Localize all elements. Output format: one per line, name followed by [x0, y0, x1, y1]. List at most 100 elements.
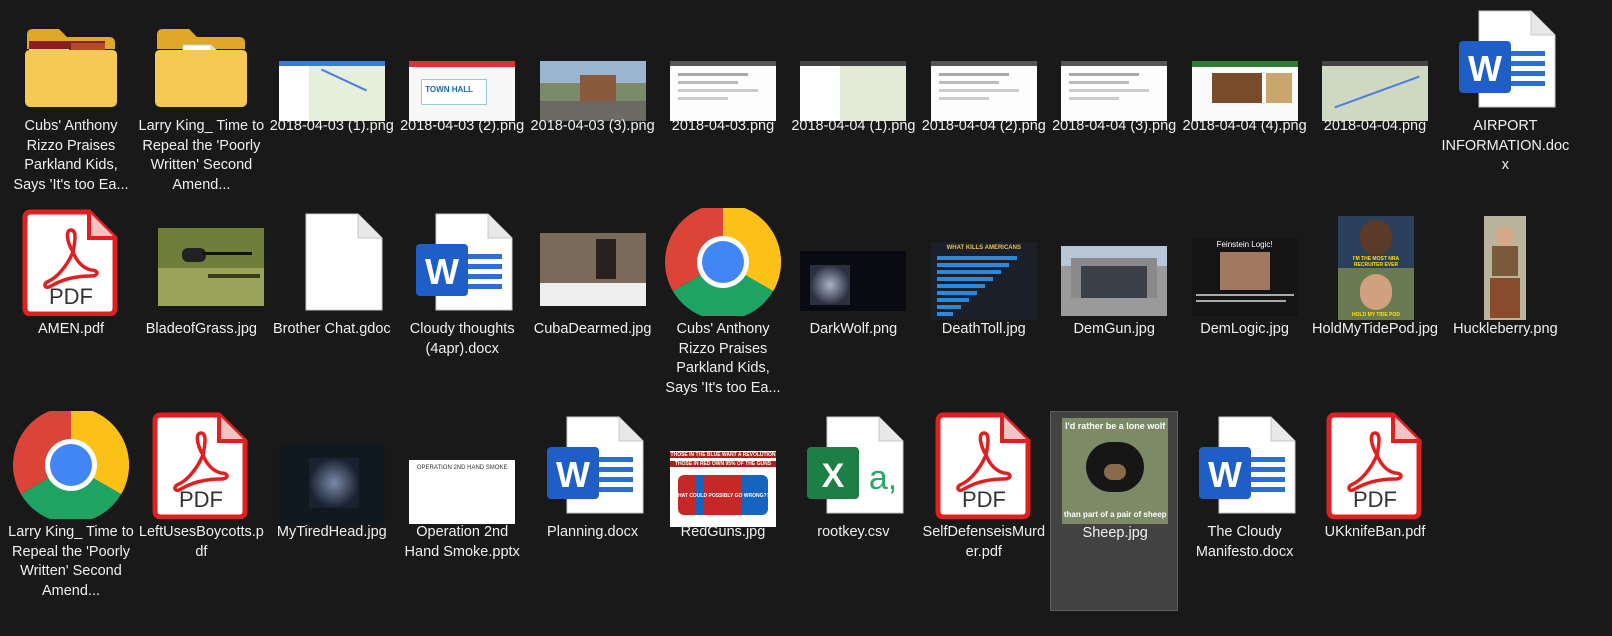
file-name-label: Planning.docx [547, 524, 639, 540]
file-name-label: 2018-04-03 (1).png [269, 118, 394, 134]
svg-text:X: X [822, 457, 845, 495]
file-name-label: AMEN.pdf [37, 321, 105, 337]
file-name-label: 2018-04-04 (2).png [921, 118, 1046, 134]
file-name-label: SelfDefenseisMurder.pdf [922, 524, 1046, 560]
image-thumbnail [1050, 5, 1178, 121]
pdf-icon: PDF [137, 411, 265, 520]
file-item[interactable]: 2018-04-04 (3).png [1050, 5, 1178, 205]
image-thumbnail [789, 5, 917, 121]
chrome-icon [7, 407, 135, 523]
file-name-label: AIRPORT INFORMATION.docx [1441, 118, 1570, 174]
file-name-label: Huckleberry.png [1453, 321, 1558, 337]
file-name-label: Larry King_ Time to Repeal the 'Poorly W… [8, 524, 134, 599]
file-name-label: 2018-04-04 (3).png [1052, 118, 1177, 134]
pdf-icon: PDF [7, 208, 135, 317]
image-thumbnail [1181, 5, 1309, 121]
file-item[interactable]: 2018-04-04 (4).png [1181, 5, 1309, 205]
folder-icon [137, 5, 265, 113]
file-item[interactable]: TOWN HALL 2018-04-03 (2).png [398, 5, 526, 205]
image-thumbnail [268, 411, 396, 526]
powerpoint-thumbnail: OPERATION 2ND HAND SMOKEP [398, 411, 526, 525]
file-item[interactable]: I'd rather be a lone wolf than part of a … [1050, 411, 1179, 611]
image-thumbnail [1311, 5, 1439, 121]
image-thumbnail [529, 208, 657, 316]
file-name-label: CubaDearmed.jpg [533, 321, 652, 337]
word-icon: W [1181, 411, 1309, 519]
file-item[interactable]: MyTiredHead.jpg [268, 411, 396, 611]
file-name-label: 2018-04-03 (2).png [400, 118, 525, 134]
file-item[interactable]: PDF LeftUsesBoycotts.pdf [137, 411, 265, 611]
svg-text:a,: a, [869, 459, 897, 497]
file-item[interactable]: 2018-04-04 (1).png [789, 5, 917, 205]
svg-text:PDF: PDF [962, 487, 1006, 512]
file-item[interactable]: 2018-04-03 (3).png [529, 5, 657, 205]
image-thumbnail: I'd rather be a lone wolf than part of a … [1051, 412, 1179, 524]
file-name-label: LeftUsesBoycotts.pdf [138, 524, 264, 560]
file-item[interactable]: W AIRPORT INFORMATION.docx [1441, 5, 1569, 205]
chrome-icon [659, 204, 787, 320]
blank-file-icon [268, 208, 396, 316]
file-item[interactable]: BladeofGrass.jpg [137, 208, 265, 408]
word-icon: W [529, 411, 657, 519]
file-item[interactable]: OPERATION 2ND HAND SMOKEPOperation 2nd H… [398, 411, 526, 611]
image-thumbnail [137, 208, 265, 316]
file-item[interactable]: W Planning.docx [529, 411, 657, 611]
file-name-label: 2018-04-04.png [1323, 118, 1427, 134]
file-item[interactable]: 2018-04-04.png [1311, 5, 1439, 205]
file-item[interactable]: Feinstein Logic! DemLogic.jpg [1181, 208, 1309, 408]
folder-icon [7, 5, 135, 113]
file-name-label: 2018-04-04 (1).png [791, 118, 916, 134]
svg-text:PDF: PDF [179, 487, 223, 512]
file-item[interactable]: Brother Chat.gdoc [268, 208, 396, 408]
file-item[interactable]: Huckleberry.png [1441, 208, 1569, 408]
file-item[interactable]: 2018-04-03.png [659, 5, 787, 205]
file-name-label: UKknifeBan.pdf [1324, 524, 1426, 540]
file-item[interactable]: W Cloudy thoughts (4apr).docx [398, 208, 526, 408]
svg-text:W: W [425, 251, 459, 292]
image-thumbnail [1050, 208, 1178, 316]
file-name-label: DemLogic.jpg [1200, 321, 1289, 337]
file-item[interactable]: a, Xrootkey.csv [789, 411, 917, 611]
file-name-label: BladeofGrass.jpg [145, 321, 257, 337]
file-item[interactable]: W The Cloudy Manifesto.docx [1181, 411, 1309, 611]
file-item[interactable]: 2018-04-03 (1).png [268, 5, 396, 205]
file-item[interactable]: I'M THE MOST NRA RECRUITER EVER HOLD MY T… [1311, 208, 1439, 408]
file-item[interactable]: PDF AMEN.pdf [7, 208, 135, 408]
file-name-label: Cubs' Anthony Rizzo Praises Parkland Kid… [665, 321, 781, 396]
image-thumbnail: Feinstein Logic! [1181, 208, 1309, 316]
image-thumbnail [529, 5, 657, 121]
word-icon: W [1441, 5, 1569, 113]
image-thumbnail: THOSE IN THE BLUE WANT A REVOLUTION THOSE… [659, 411, 787, 527]
file-name-label: 2018-04-03 (3).png [530, 118, 655, 134]
file-name-label: MyTiredHead.jpg [276, 524, 387, 540]
file-name-label: Cloudy thoughts (4apr).docx [409, 321, 515, 357]
file-name-label: RedGuns.jpg [680, 524, 766, 540]
file-item[interactable]: DemGun.jpg [1050, 208, 1178, 408]
file-item[interactable]: Cubs' Anthony Rizzo Praises Parkland Kid… [7, 5, 135, 205]
file-name-label: Cubs' Anthony Rizzo Praises Parkland Kid… [13, 118, 129, 193]
file-name-label: DemGun.jpg [1073, 321, 1155, 337]
image-thumbnail: TOWN HALL [398, 5, 526, 121]
file-name-label: Operation 2nd Hand Smoke.pptx [404, 524, 520, 560]
file-item[interactable]: PDF SelfDefenseisMurder.pdf [920, 411, 1048, 611]
image-thumbnail: WHAT KILLS AMERICANS [920, 208, 1048, 320]
image-thumbnail [1441, 208, 1569, 320]
file-item[interactable]: PDF UKknifeBan.pdf [1311, 411, 1439, 611]
svg-text:PDF: PDF [49, 284, 93, 309]
file-item[interactable]: CubaDearmed.jpg [529, 208, 657, 408]
word-icon: W [398, 208, 526, 316]
file-item[interactable]: Larry King_ Time to Repeal the 'Poorly W… [7, 407, 135, 611]
file-name-label: DarkWolf.png [809, 321, 898, 337]
file-name-label: rootkey.csv [817, 524, 890, 540]
image-thumbnail [268, 5, 396, 121]
file-item[interactable]: DarkWolf.png [789, 208, 917, 408]
file-name-label: DeathToll.jpg [941, 321, 1026, 337]
file-item[interactable]: THOSE IN THE BLUE WANT A REVOLUTION THOSE… [659, 411, 787, 611]
file-item[interactable]: Cubs' Anthony Rizzo Praises Parkland Kid… [659, 204, 787, 408]
file-item[interactable]: WHAT KILLS AMERICANS DeathToll.jpg [920, 208, 1048, 408]
file-item[interactable]: Larry King_ Time to Repeal the 'Poorly W… [137, 5, 265, 205]
file-grid: Cubs' Anthony Rizzo Praises Parkland Kid… [0, 0, 1612, 636]
file-name-label: 2018-04-03.png [671, 118, 775, 134]
file-name-label: Sheep.jpg [1082, 525, 1148, 541]
file-item[interactable]: 2018-04-04 (2).png [920, 5, 1048, 205]
